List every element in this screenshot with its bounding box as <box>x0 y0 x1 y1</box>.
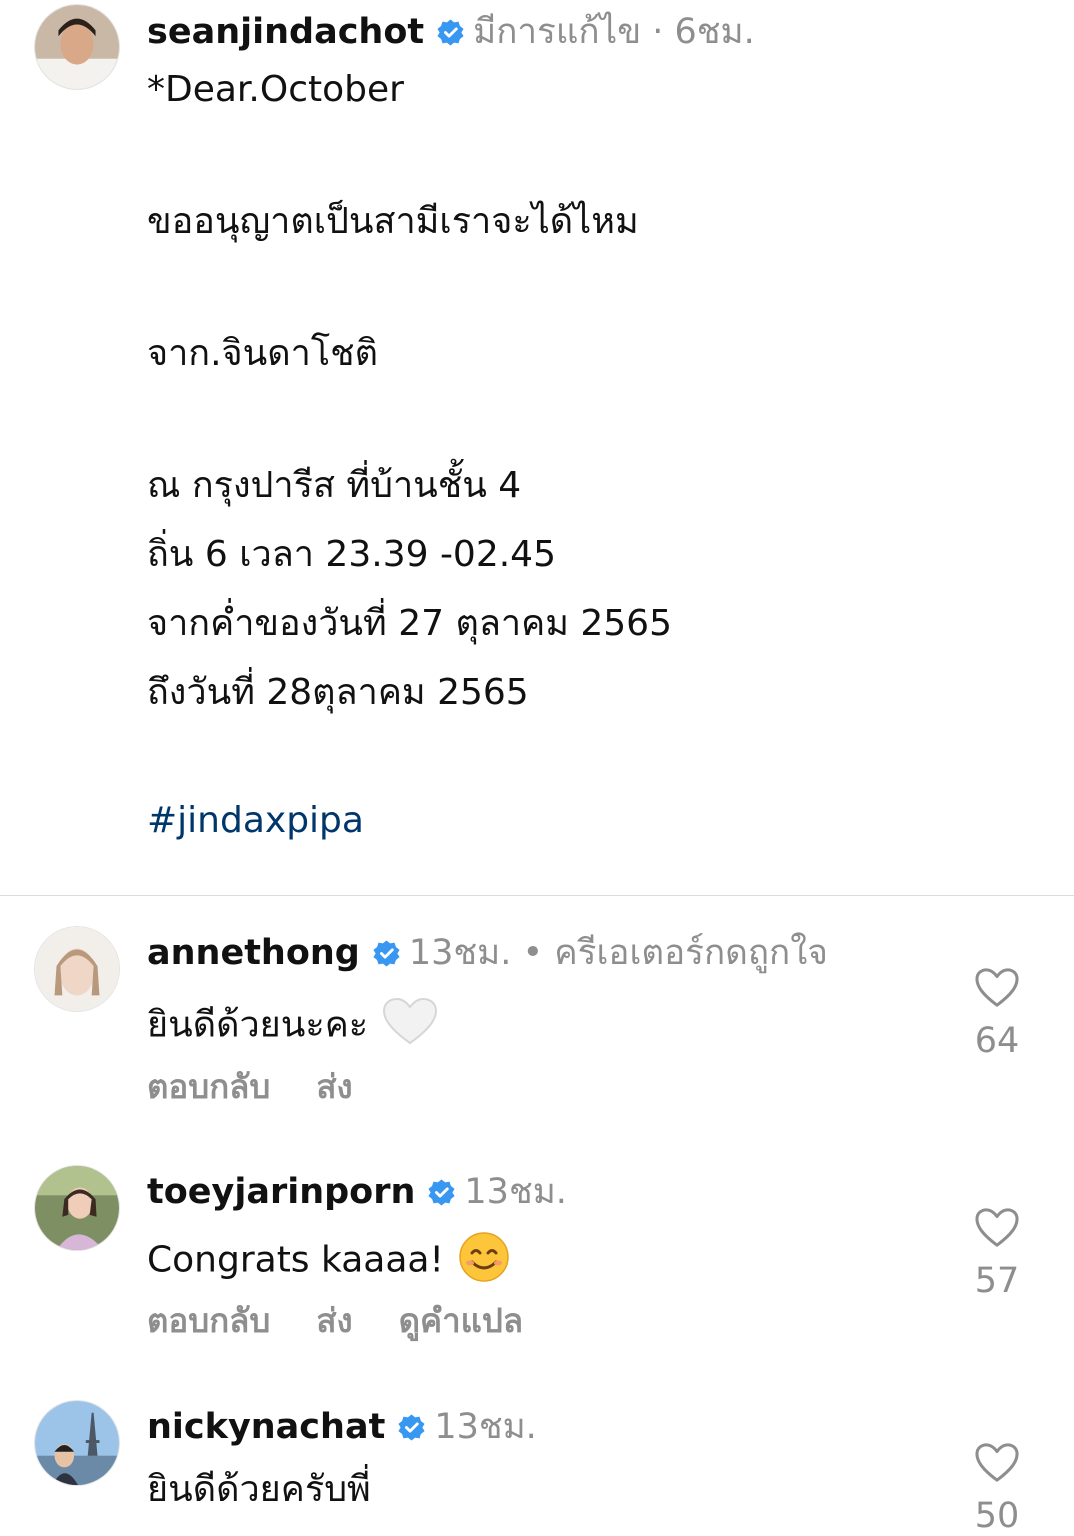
caption-line: ขออนุญาตเป็นสามีเราจะได้ไหม <box>147 201 639 242</box>
heart-outline-icon[interactable] <box>974 1442 1020 1484</box>
heart-outline-icon[interactable] <box>974 967 1020 1009</box>
comment-text: ยินดีด้วยนะคะ <box>147 997 438 1056</box>
heart-outline-icon[interactable] <box>974 1207 1020 1249</box>
comment-text-body: ยินดีด้วยนะคะ <box>147 1004 369 1046</box>
caption-line: *Dear.October <box>147 69 404 110</box>
comment-meta: 13ชม. <box>464 1172 567 1212</box>
verified-badge-icon <box>436 18 465 47</box>
caption-line: จาก.จินดาโชติ <box>147 333 378 374</box>
comment-header: toeyjarinporn 13ชม. <box>147 1172 567 1212</box>
comment-text: ยินดีด้วยครับพี่ <box>147 1469 371 1510</box>
hashtag-link[interactable]: #jindaxpipa <box>147 801 364 841</box>
reply-button[interactable]: ตอบกลับ <box>147 1301 270 1341</box>
comment-meta: 13ชม. • ครีเอเตอร์กดถูกใจ <box>408 933 828 973</box>
caption-line: ถึงวันที่ 28ตุลาคม 2565 <box>147 672 529 713</box>
comment-text-body: Congrats kaaaa! <box>147 1239 444 1281</box>
comment-like: 50 <box>970 1442 1024 1536</box>
comment-username[interactable]: toeyjarinporn <box>147 1172 415 1212</box>
section-divider <box>0 895 1074 896</box>
caption-line: ณ กรุงปารีส ที่บ้านชั้น 4 <box>147 465 522 506</box>
comment-meta: 13ชม. <box>434 1407 537 1447</box>
send-button[interactable]: ส่ง <box>316 1067 352 1107</box>
like-count: 57 <box>974 1261 1020 1301</box>
verified-badge-icon <box>372 939 401 968</box>
comment-header: nickynachat 13ชม. <box>147 1407 537 1447</box>
comment-username[interactable]: nickynachat <box>147 1407 385 1447</box>
post-author-avatar[interactable] <box>34 4 120 90</box>
post-header: seanjindachot มีการแก้ไข · 6ชม. <box>147 12 755 52</box>
comment-like: 64 <box>970 967 1024 1061</box>
comment-avatar[interactable] <box>34 1165 120 1251</box>
verified-badge-icon <box>427 1178 456 1207</box>
smiling-face-emoji-icon <box>458 1231 510 1292</box>
post-username[interactable]: seanjindachot <box>147 12 424 52</box>
reply-button[interactable]: ตอบกลับ <box>147 1067 270 1107</box>
like-count: 50 <box>974 1496 1020 1536</box>
comment-text: Congrats kaaaa! <box>147 1231 510 1292</box>
caption-line: จากค่ำของวันที่ 27 ตุลาคม 2565 <box>147 603 672 644</box>
send-button[interactable]: ส่ง <box>316 1301 352 1341</box>
white-heart-icon <box>382 997 438 1056</box>
post-meta: มีการแก้ไข · 6ชม. <box>473 12 755 52</box>
comment-actions: ตอบกลับ ส่ง ดูคำแปล <box>147 1301 569 1341</box>
verified-badge-icon <box>397 1413 426 1442</box>
comment-username[interactable]: annethong <box>147 933 360 973</box>
caption-line: ถิ่น 6 เวลา 23.39 -02.45 <box>147 534 556 575</box>
comment-actions: ตอบกลับ ส่ง <box>147 1067 399 1107</box>
comment-avatar[interactable] <box>34 1400 120 1486</box>
comment-like: 57 <box>970 1207 1024 1301</box>
comment-avatar[interactable] <box>34 926 120 1012</box>
like-count: 64 <box>974 1021 1020 1061</box>
comment-header: annethong 13ชม. • ครีเอเตอร์กดถูกใจ <box>147 933 828 973</box>
see-translation-button[interactable]: ดูคำแปล <box>399 1301 523 1341</box>
